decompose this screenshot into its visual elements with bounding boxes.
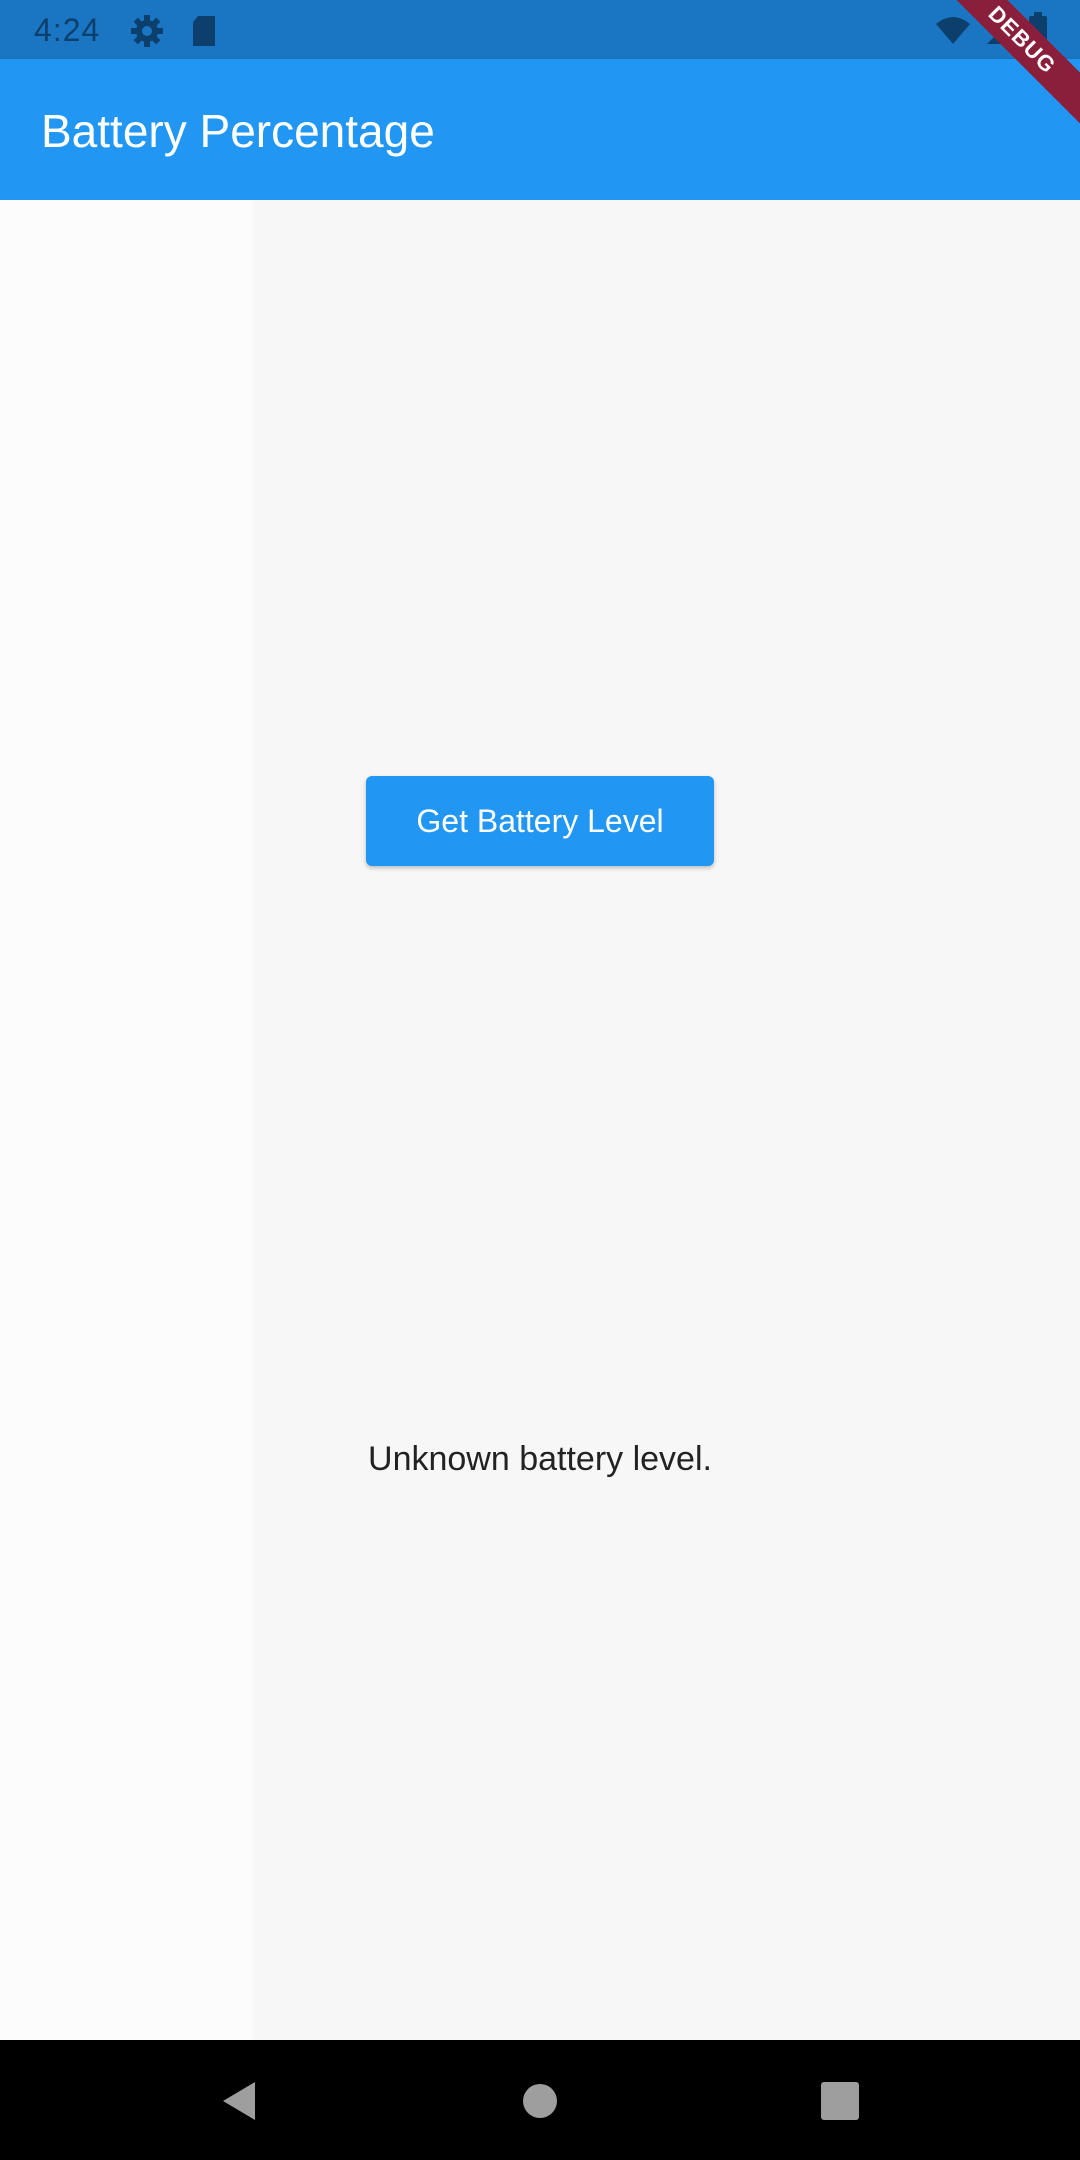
navigation-bar [0,2040,1080,2160]
get-battery-level-button[interactable]: Get Battery Level [366,776,714,866]
app-title: Battery Percentage [41,105,435,157]
status-time: 4:24 [34,12,101,48]
wifi-icon [935,16,971,51]
back-icon[interactable] [215,2076,265,2126]
app-bar: Battery Percentage [0,59,1080,200]
battery-status-text: Unknown battery level. [368,1440,712,1478]
recents-icon[interactable] [815,2076,865,2126]
body-background-left [0,200,253,2040]
home-icon[interactable] [515,2076,565,2126]
status-bar: 4:24 [0,0,1080,59]
sd-card-icon [190,14,218,53]
settings-gear-icon [130,14,164,53]
body-background-right [253,200,1080,2040]
